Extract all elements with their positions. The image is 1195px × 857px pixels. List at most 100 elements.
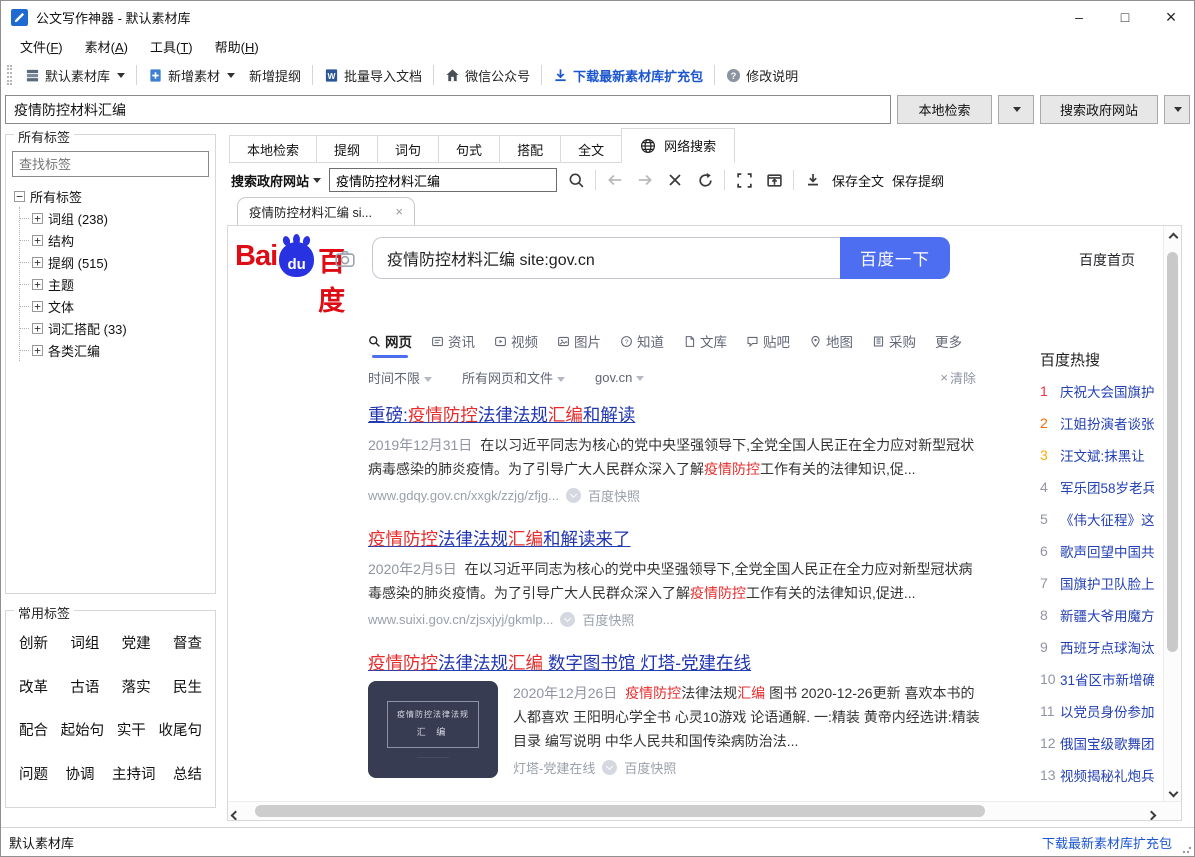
common-tag[interactable]: 协调 — [66, 763, 95, 784]
back-icon[interactable] — [604, 169, 626, 191]
menu-item-F[interactable]: 文件(F) — [9, 34, 74, 59]
hot-search-item[interactable]: 11以党员身份参加 — [1040, 695, 1154, 727]
minimize-button[interactable]: – — [1056, 1, 1102, 33]
common-tag[interactable]: 民生 — [173, 676, 202, 697]
baidu-home-link[interactable]: 百度首页 — [1079, 237, 1135, 270]
hot-search-item[interactable]: 13视频揭秘礼炮兵 — [1040, 759, 1154, 791]
common-tag[interactable]: 改革 — [19, 676, 48, 697]
snapshot-chevron-icon[interactable] — [602, 760, 617, 775]
tree-expand-icon[interactable]: + — [32, 323, 43, 334]
tree-item[interactable]: +文体 — [20, 295, 215, 317]
tree-item[interactable]: +结构 — [20, 229, 215, 251]
baidu-nav-网页[interactable]: 网页 — [368, 331, 412, 358]
baidu-nav-贴吧[interactable]: 贴吧 — [746, 331, 790, 358]
common-tag[interactable]: 落实 — [122, 676, 151, 697]
browser-tab[interactable]: 疫情防控材料汇编 si... × — [237, 197, 415, 225]
baidu-nav-采购[interactable]: 采购 — [872, 331, 916, 358]
result-thumbnail[interactable]: 疫情防控法律法规汇 编———————— — [368, 681, 498, 778]
baidu-nav-更多[interactable]: 更多 — [935, 331, 962, 358]
open-in-window-icon[interactable] — [763, 169, 785, 191]
baidu-nav-资讯[interactable]: 资讯 — [431, 331, 475, 358]
tree-item[interactable]: +主题 — [20, 273, 215, 295]
hot-search-item[interactable]: 7国旗护卫队脸上 — [1040, 567, 1154, 599]
tree-item[interactable]: +词组 (238) — [20, 207, 215, 229]
hot-search-item[interactable]: 8新疆大爷用魔方 — [1040, 599, 1154, 631]
tab-active-网络搜索[interactable]: 网络搜索 — [621, 128, 735, 163]
common-tag[interactable]: 起始句 — [61, 719, 105, 740]
batch-import-button[interactable]: W 批量导入文档 — [317, 62, 429, 89]
library-button[interactable]: 默认素材库 — [18, 62, 132, 89]
close-button[interactable]: × — [1148, 1, 1194, 33]
filter-gov.cn[interactable]: gov.cn — [595, 370, 644, 385]
tree-expand-icon[interactable]: + — [32, 301, 43, 312]
baidu-nav-图片[interactable]: 图片 — [557, 331, 601, 358]
changelog-button[interactable]: ? 修改说明 — [719, 62, 805, 89]
common-tag[interactable]: 督查 — [173, 632, 202, 653]
search-icon[interactable] — [565, 169, 587, 191]
tab-全文[interactable]: 全文 — [560, 135, 621, 163]
save-outline-button[interactable]: 保存提纲 — [892, 171, 944, 190]
baidu-cache-link[interactable]: 百度快照 — [588, 486, 640, 505]
common-tag[interactable]: 主持词 — [112, 763, 156, 784]
wechat-official-button[interactable]: 微信公众号 — [438, 62, 537, 89]
maximize-button[interactable]: □ — [1102, 1, 1148, 33]
save-full-button[interactable]: 保存全文 — [832, 171, 884, 190]
baidu-nav-文库[interactable]: 文库 — [683, 331, 727, 358]
tree-expand-icon[interactable]: + — [32, 257, 43, 268]
baidu-cache-link[interactable]: 百度快照 — [624, 758, 676, 777]
hot-search-item[interactable]: 12俄国宝级歌舞团 — [1040, 727, 1154, 759]
tree-root[interactable]: −所有标签 — [14, 185, 215, 207]
app-search-input[interactable] — [5, 95, 891, 124]
fullscreen-icon[interactable] — [733, 169, 755, 191]
hot-search-item[interactable]: 2江姐扮演者谈张 — [1040, 407, 1154, 439]
add-outline-button[interactable]: 新增提纲 — [242, 62, 308, 89]
common-tag[interactable]: 收尾句 — [158, 719, 202, 740]
refresh-icon[interactable] — [694, 169, 716, 191]
tab-词句[interactable]: 词句 — [377, 135, 438, 163]
hot-search-item[interactable]: 1031省区市新增确 — [1040, 663, 1154, 695]
download-pack-button[interactable]: 下载最新素材库扩充包 — [546, 62, 710, 89]
menu-item-T[interactable]: 工具(T) — [139, 34, 204, 59]
common-tag[interactable]: 创新 — [19, 632, 48, 653]
hot-search-item[interactable]: 3汪文斌:抹黑让 — [1040, 439, 1154, 471]
baidu-nav-知道[interactable]: ?知道 — [620, 331, 664, 358]
horizontal-scroll-thumb[interactable] — [255, 805, 985, 817]
local-search-dropdown-button[interactable] — [998, 95, 1034, 124]
engine-selector[interactable]: 搜索政府网站 — [231, 171, 321, 190]
tree-expand-icon[interactable]: + — [32, 235, 43, 246]
baidu-nav-视频[interactable]: 视频 — [494, 331, 538, 358]
snapshot-chevron-icon[interactable] — [560, 612, 575, 627]
tree-expand-icon[interactable]: + — [32, 279, 43, 290]
resize-grip[interactable] — [1182, 844, 1192, 854]
baidu-nav-地图[interactable]: 地图 — [809, 331, 853, 358]
tab-close-icon[interactable]: × — [395, 204, 403, 219]
baidu-search-input[interactable] — [372, 237, 840, 279]
scroll-right-icon[interactable] — [1148, 806, 1155, 821]
common-tag[interactable]: 实干 — [117, 719, 146, 740]
baidu-cache-link[interactable]: 百度快照 — [582, 610, 634, 629]
save-download-icon[interactable] — [802, 169, 824, 191]
common-tag[interactable]: 词组 — [70, 632, 99, 653]
menu-item-A[interactable]: 素材(A) — [74, 34, 139, 59]
vertical-scrollbar[interactable] — [1163, 226, 1181, 801]
forward-icon[interactable] — [634, 169, 656, 191]
hot-search-item[interactable]: 6歌声回望中国共 — [1040, 535, 1154, 567]
gov-search-button[interactable]: 搜索政府网站 — [1040, 95, 1158, 124]
snapshot-chevron-icon[interactable] — [566, 488, 581, 503]
tree-item[interactable]: +提纲 (515) — [20, 251, 215, 273]
common-tag[interactable]: 问题 — [19, 763, 48, 784]
tab-搭配[interactable]: 搭配 — [499, 135, 560, 163]
common-tag[interactable]: 党建 — [122, 632, 151, 653]
filter-时间不限[interactable]: 时间不限 — [368, 368, 432, 387]
result-title-link[interactable]: 重磅:疫情防控法律法规汇编和解读 — [368, 404, 980, 426]
tree-item[interactable]: +词汇搭配 (33) — [20, 317, 215, 339]
gov-search-dropdown-button[interactable] — [1164, 95, 1190, 124]
common-tag[interactable]: 配合 — [19, 719, 48, 740]
find-tag-input[interactable] — [12, 151, 209, 177]
common-tag[interactable]: 总结 — [173, 763, 202, 784]
vertical-scroll-thumb[interactable] — [1167, 252, 1178, 652]
tree-item[interactable]: +各类汇编 — [20, 339, 215, 361]
browser-query-input[interactable] — [329, 168, 557, 192]
tab-提纲[interactable]: 提纲 — [316, 135, 377, 163]
status-download-link[interactable]: 下载最新素材库扩充包 — [1042, 833, 1172, 852]
